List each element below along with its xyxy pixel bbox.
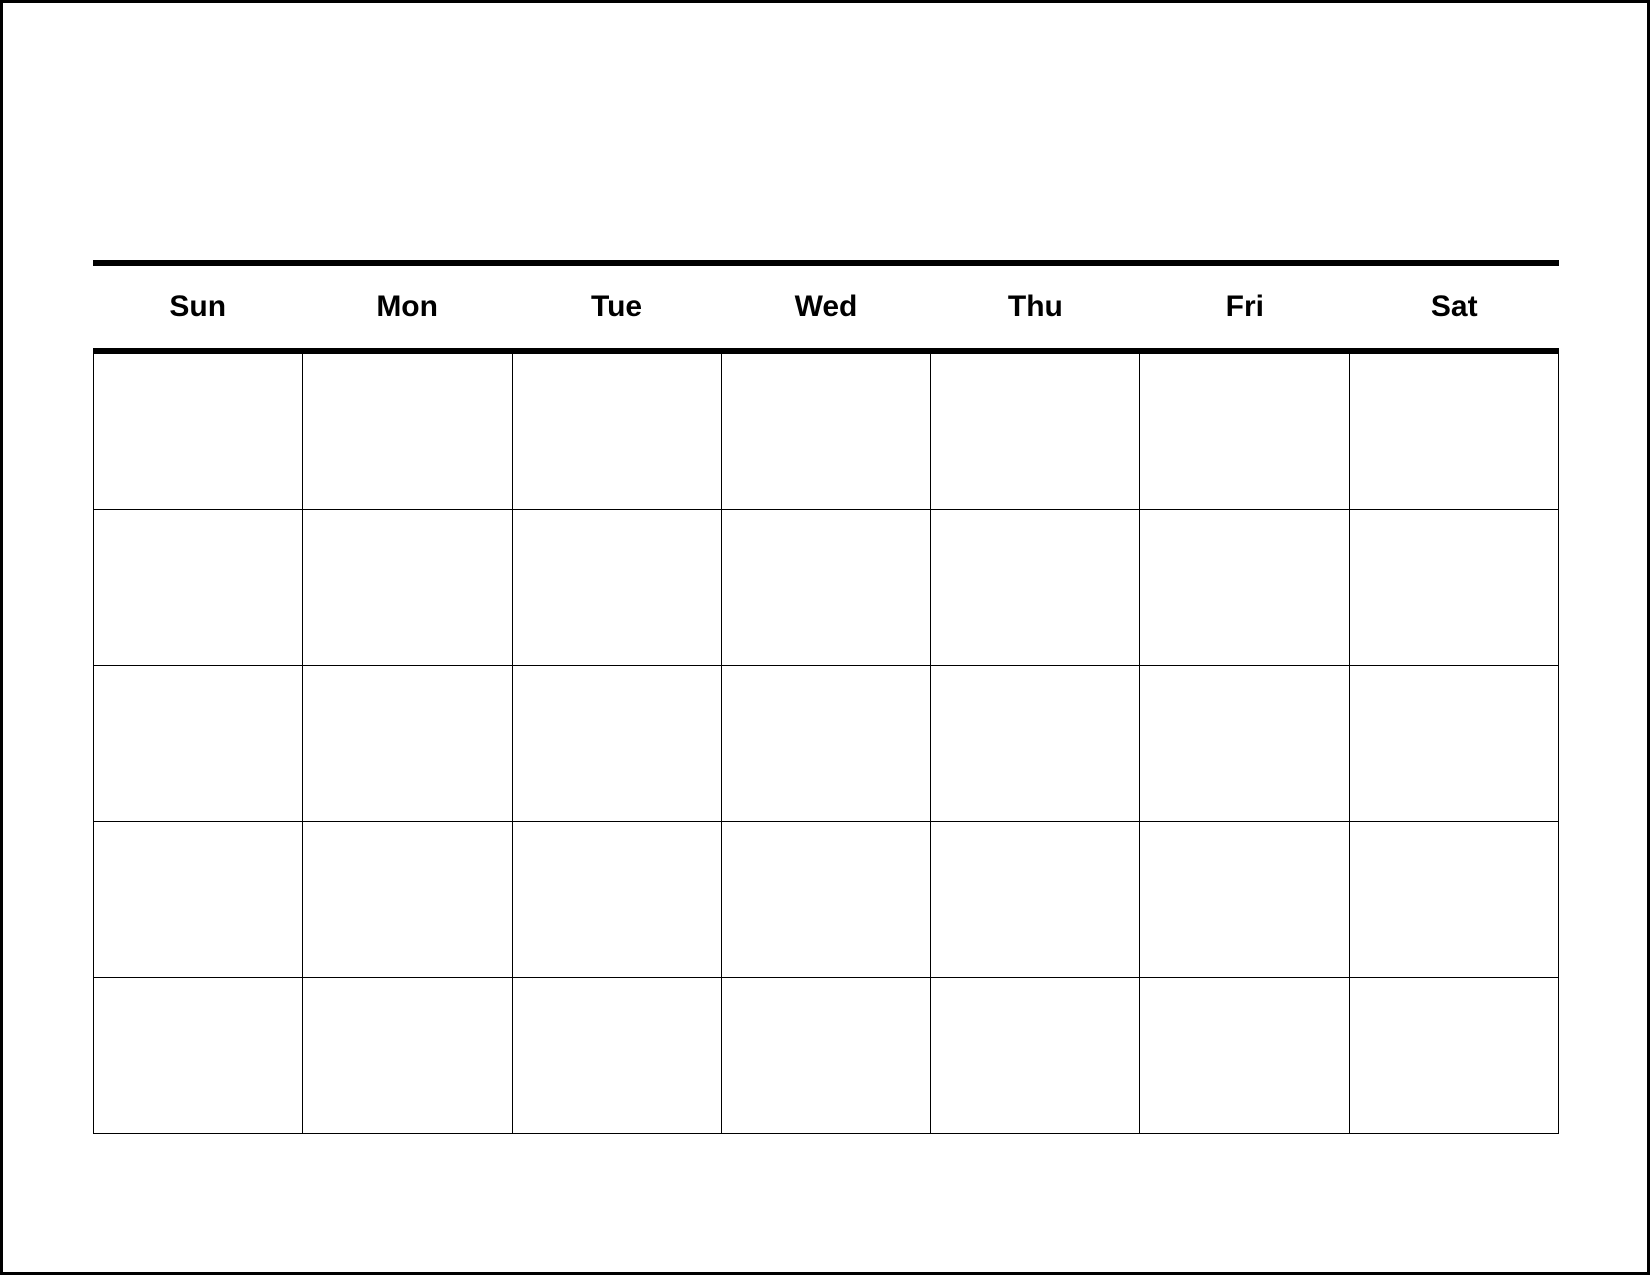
calendar-cell xyxy=(513,822,722,978)
calendar-cell xyxy=(513,666,722,822)
calendar-cell xyxy=(722,666,931,822)
calendar-cell xyxy=(931,822,1140,978)
calendar-cell xyxy=(1140,510,1349,666)
calendar-cell xyxy=(1350,510,1559,666)
calendar-cell xyxy=(1350,666,1559,822)
calendar-cell xyxy=(931,978,1140,1134)
calendar-cell xyxy=(94,822,303,978)
calendar-cell xyxy=(303,354,512,510)
calendar-cell xyxy=(303,822,512,978)
calendar-cell xyxy=(1140,354,1349,510)
day-header-tue: Tue xyxy=(512,266,721,348)
calendar-cell xyxy=(94,978,303,1134)
calendar-header-row: Sun Mon Tue Wed Thu Fri Sat xyxy=(93,260,1559,354)
calendar-cell xyxy=(94,666,303,822)
calendar-cell xyxy=(303,666,512,822)
calendar-cell xyxy=(1140,822,1349,978)
calendar-cell xyxy=(722,822,931,978)
calendar-cell xyxy=(722,510,931,666)
calendar-cell xyxy=(513,978,722,1134)
calendar-cell xyxy=(722,978,931,1134)
calendar-cell xyxy=(931,510,1140,666)
calendar-cell xyxy=(1350,822,1559,978)
day-header-thu: Thu xyxy=(931,266,1140,348)
calendar-cell xyxy=(513,510,722,666)
day-header-wed: Wed xyxy=(721,266,930,348)
calendar-cell xyxy=(513,354,722,510)
calendar-cell xyxy=(931,354,1140,510)
calendar-cell xyxy=(1140,666,1349,822)
day-header-sun: Sun xyxy=(93,266,302,348)
calendar-cell xyxy=(303,978,512,1134)
calendar: Sun Mon Tue Wed Thu Fri Sat xyxy=(93,260,1559,1134)
calendar-grid xyxy=(93,354,1559,1134)
day-header-sat: Sat xyxy=(1350,266,1559,348)
calendar-cell xyxy=(94,354,303,510)
calendar-cell xyxy=(722,354,931,510)
calendar-cell xyxy=(94,510,303,666)
day-header-mon: Mon xyxy=(302,266,511,348)
calendar-cell xyxy=(1350,978,1559,1134)
calendar-cell xyxy=(931,666,1140,822)
calendar-cell xyxy=(303,510,512,666)
calendar-page: Sun Mon Tue Wed Thu Fri Sat xyxy=(0,0,1650,1275)
calendar-cell xyxy=(1350,354,1559,510)
calendar-cell xyxy=(1140,978,1349,1134)
day-header-fri: Fri xyxy=(1140,266,1349,348)
